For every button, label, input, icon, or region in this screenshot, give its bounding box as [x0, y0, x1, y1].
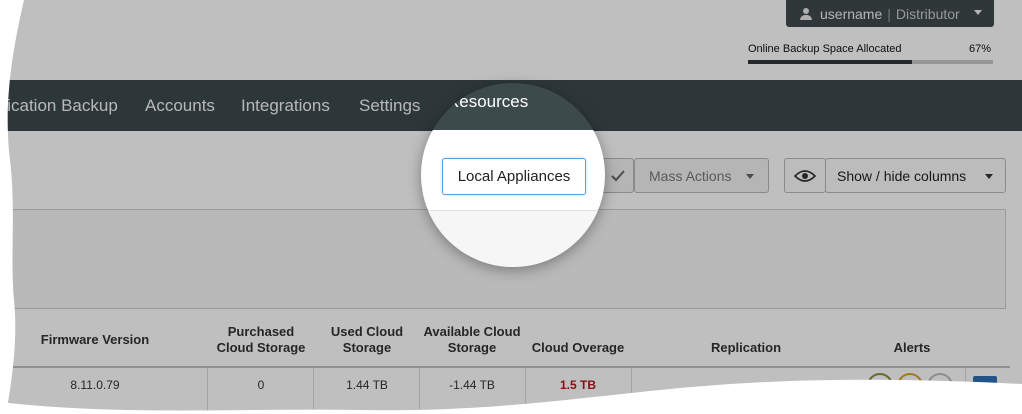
header-line2: Cloud Overage	[531, 340, 625, 355]
nav-item-resources[interactable]: Resources	[447, 92, 528, 112]
cell-overage: 1.5 TB	[559, 378, 596, 392]
cell-used: 1.44 TB	[346, 378, 388, 392]
user-menu-button[interactable]: username | Distributor	[786, 0, 994, 27]
header-used-cloud-storage[interactable]: Used Cloud Storage	[318, 324, 416, 356]
storage-progress-fill	[748, 60, 913, 64]
gear-icon: ⚙	[978, 380, 992, 396]
storage-percent: 67%	[969, 43, 992, 55]
header-alerts[interactable]: Alerts	[862, 340, 962, 356]
select-check-button[interactable]	[601, 158, 634, 193]
user-role-label: Distributor	[895, 5, 960, 22]
nav-item-accounts[interactable]: Accounts	[145, 96, 215, 116]
header-line1: Purchased	[227, 324, 295, 339]
mass-actions-label: Mass Actions	[649, 167, 732, 184]
user-separator: |	[887, 5, 891, 22]
chevron-down-icon	[974, 10, 982, 15]
header-line2: Cloud Storage	[216, 340, 306, 355]
storage-progress-bar	[748, 60, 993, 64]
column-visibility-eye-button[interactable]	[784, 158, 826, 193]
row-settings-button[interactable]: ⚙	[973, 376, 997, 400]
header-firmware-version[interactable]: Firmware Version	[20, 332, 170, 348]
magnified-filter-panel	[421, 210, 605, 267]
cell-available: -1.44 TB	[449, 378, 495, 392]
header-purchased-cloud-storage[interactable]: Purchased Cloud Storage	[210, 324, 312, 356]
header-line1: Available Cloud	[423, 324, 521, 339]
header-replication[interactable]: Replication	[660, 340, 832, 356]
user-icon	[800, 7, 812, 20]
mass-actions-button[interactable]: Mass Actions	[634, 158, 769, 193]
username-label: username	[820, 5, 883, 22]
nav-item-settings[interactable]: Settings	[359, 96, 420, 116]
header-line2: Storage	[342, 340, 392, 355]
local-appliances-button[interactable]: Local Appliances	[442, 158, 586, 195]
chevron-down-icon	[746, 174, 754, 179]
magnified-navbar: Resources	[421, 83, 605, 130]
header-line2: Storage	[447, 340, 497, 355]
cell-purchased: 0	[257, 378, 265, 392]
column-divider	[207, 368, 208, 414]
eye-icon	[794, 169, 816, 182]
show-hide-columns-button[interactable]: Show / hide columns	[825, 158, 1006, 193]
table-header-divider	[0, 366, 1010, 368]
magnifier-spotlight: Resources Local Appliances	[421, 83, 605, 267]
nav-item-application-backup[interactable]: plication Backup	[0, 96, 118, 116]
alert-badge-warning[interactable]: 5	[867, 373, 893, 399]
alert-badge-info[interactable]	[927, 373, 953, 399]
header-available-cloud-storage[interactable]: Available Cloud Storage	[418, 324, 526, 356]
alert-badge-caution[interactable]: 2	[897, 373, 923, 399]
header-line1: Used Cloud	[330, 324, 404, 339]
storage-label: Online Backup Space Allocated	[748, 43, 902, 55]
cell-firmware: 8.11.0.79	[70, 378, 120, 392]
check-icon	[610, 169, 625, 181]
column-divider	[631, 368, 632, 414]
screenshot-stage: username | Distributor Online Backup Spa…	[0, 0, 1022, 414]
column-divider	[965, 368, 966, 414]
chevron-down-icon	[985, 174, 993, 179]
header-line2: Alerts	[893, 340, 931, 355]
column-divider	[313, 368, 314, 414]
show-hide-columns-label: Show / hide columns	[837, 167, 967, 184]
header-cloud-overage[interactable]: Cloud Overage	[526, 340, 630, 356]
nav-item-integrations[interactable]: Integrations	[241, 96, 330, 116]
header-line2: Replication	[710, 340, 782, 355]
header-line2: Firmware Version	[40, 332, 150, 347]
